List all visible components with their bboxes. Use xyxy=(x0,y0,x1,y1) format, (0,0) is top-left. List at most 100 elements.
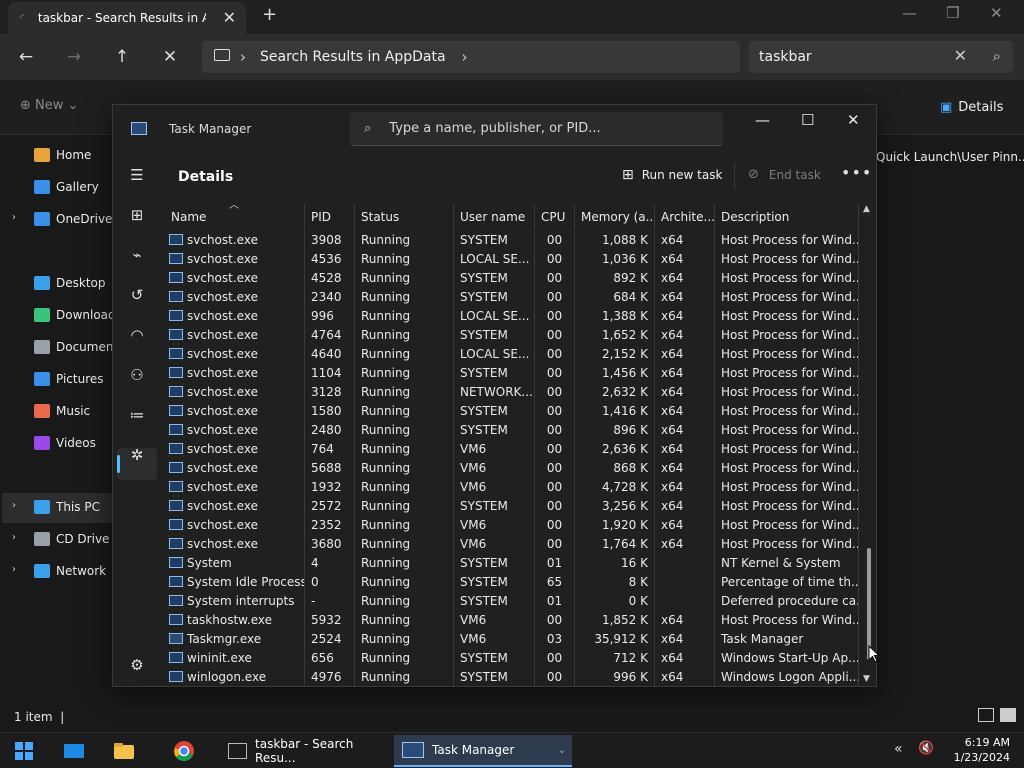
more-options-icon[interactable]: ••• xyxy=(841,163,872,182)
explorer-search-input[interactable] xyxy=(759,49,939,65)
table-row[interactable]: svchost.exe 3908 Running SYSTEM 00 1,088 Kx64… xyxy=(163,231,859,250)
back-icon[interactable]: ← xyxy=(12,43,40,71)
minimize-icon[interactable]: — xyxy=(902,4,917,22)
tab-close-icon[interactable]: ✕ xyxy=(223,8,236,27)
performance-icon[interactable]: ⌁ xyxy=(127,245,147,265)
start-icon[interactable] xyxy=(12,739,36,763)
startup-apps-icon[interactable]: ◠ xyxy=(127,325,147,345)
tm-maximize-icon[interactable]: ☐ xyxy=(801,111,814,129)
table-row[interactable]: winlogon.exe 4976 Running SYSTEM 00 996 Kx64 W… xyxy=(163,668,859,687)
table-row[interactable]: System Idle Process 0 Running SYSTEM 65 8 K Pe… xyxy=(163,573,859,592)
new-tab-icon[interactable]: + xyxy=(262,4,277,25)
new-button[interactable]: ⊕ New ⌄ xyxy=(20,98,78,113)
table-row[interactable]: taskhostw.exe 5932 Running VM6 00 1,852 Kx64 H… xyxy=(163,611,859,630)
maximize-icon[interactable]: ❐ xyxy=(946,4,959,22)
table-row[interactable]: svchost.exe 2480 Running SYSTEM 00 896 Kx64 Ho… xyxy=(163,421,859,440)
details-view-icon[interactable] xyxy=(978,708,994,722)
table-row[interactable]: svchost.exe 996 Running LOCAL SE... 00 1,388 … xyxy=(163,307,859,326)
taskbar-explorer-app[interactable]: taskbar - Search Resu... xyxy=(220,735,390,767)
task-manager-search[interactable]: ⌕ xyxy=(350,112,723,146)
sidebar-item-downloads[interactable]: Downloads xyxy=(34,308,122,322)
column-header-name[interactable]: Name xyxy=(163,204,305,230)
table-row[interactable]: svchost.exe 2352 Running VM6 00 1,920 Kx64 Hos… xyxy=(163,516,859,535)
table-row[interactable]: wininit.exe 656 Running SYSTEM 00 712 Kx64 Win… xyxy=(163,649,859,668)
chevron-right-icon[interactable]: › xyxy=(462,48,468,66)
table-row[interactable]: svchost.exe 764 Running VM6 00 2,636 Kx64 Host… xyxy=(163,440,859,459)
table-row[interactable]: System 4 Running SYSTEM 01 16 K NT Kernel & Sy… xyxy=(163,554,859,573)
table-row[interactable]: svchost.exe 3128 Running NETWORK... 00 2,632 … xyxy=(163,383,859,402)
system-clock[interactable]: 6:19 AM 1/23/2024 xyxy=(954,735,1010,765)
tiles-view-icon[interactable] xyxy=(1000,708,1016,722)
users-icon[interactable]: ⚇ xyxy=(127,365,147,385)
sidebar-item-network[interactable]: Network xyxy=(34,564,106,578)
table-row[interactable]: Taskmgr.exe 2524 Running VM6 03 35,912 Kx64 Ta… xyxy=(163,630,859,649)
column-header-status[interactable]: Status xyxy=(355,204,454,230)
cell-name: svchost.exe xyxy=(163,497,305,516)
vertical-scrollbar[interactable]: ▲ ▼ xyxy=(863,204,875,687)
column-header-memory-a[interactable]: Memory (a... xyxy=(575,204,655,230)
column-header-pid[interactable]: PID xyxy=(305,204,355,230)
services-icon[interactable]: ✲ xyxy=(127,445,147,465)
explorer-search[interactable]: ✕ ⌕ xyxy=(749,41,1013,73)
sidebar-item-onedrive[interactable]: OneDrive xyxy=(34,212,112,226)
table-row[interactable]: svchost.exe 4528 Running SYSTEM 00 892 Kx64 Ho… xyxy=(163,269,859,288)
sidebar-item-pictures[interactable]: Pictures xyxy=(34,372,104,386)
app-history-icon[interactable]: ↺ xyxy=(127,285,147,305)
sidebar-item-documents[interactable]: Documents xyxy=(34,340,124,354)
tm-close-icon[interactable]: ✕ xyxy=(847,111,860,129)
sidebar-item-videos[interactable]: Videos xyxy=(34,436,96,450)
close-icon[interactable]: ✕ xyxy=(990,4,1003,22)
column-header-archite[interactable]: Archite... xyxy=(655,204,715,230)
expand-chevron-icon[interactable]: › xyxy=(12,500,16,511)
sidebar-item-desktop[interactable]: Desktop xyxy=(34,276,106,290)
sidebar-item-this-pc[interactable]: This PC xyxy=(34,500,100,514)
scroll-up-icon[interactable]: ▲ xyxy=(863,204,870,214)
expand-chevron-icon[interactable]: › xyxy=(12,212,16,223)
table-row[interactable]: svchost.exe 5688 Running VM6 00 868 Kx64 Host … xyxy=(163,459,859,478)
table-row[interactable]: svchost.exe 4764 Running SYSTEM 00 1,652 Kx64… xyxy=(163,326,859,345)
table-row[interactable]: svchost.exe 2572 Running SYSTEM 00 3,256 Kx64… xyxy=(163,497,859,516)
table-row[interactable]: svchost.exe 4640 Running LOCAL SE... 00 2,152… xyxy=(163,345,859,364)
expand-chevron-icon[interactable]: › xyxy=(12,564,16,575)
sidebar-item-gallery[interactable]: Gallery xyxy=(34,180,99,194)
cell-description: Host Process for Wind... xyxy=(715,383,859,402)
column-header-user-name[interactable]: User name xyxy=(454,204,535,230)
chevron-down-icon[interactable]: ⌄ xyxy=(558,745,566,756)
task-manager-search-input[interactable] xyxy=(389,121,690,136)
forward-icon[interactable]: → xyxy=(60,43,88,71)
volume-muted-icon[interactable]: 🔇 xyxy=(918,741,934,756)
sidebar-item-home[interactable]: Home xyxy=(34,148,91,162)
stop-icon[interactable]: ✕ xyxy=(156,43,184,71)
details-icon[interactable]: ≔ xyxy=(127,405,147,425)
address-bar[interactable]: › Search Results in AppData › xyxy=(202,41,740,73)
tm-minimize-icon[interactable]: — xyxy=(755,111,770,129)
scroll-thumb[interactable] xyxy=(867,548,871,660)
table-row[interactable]: svchost.exe 3680 Running VM6 00 1,764 Kx64 Hos… xyxy=(163,535,859,554)
explorer-tab[interactable]: ◜ taskbar - Search Results in AppData ✕ xyxy=(8,2,246,34)
table-row[interactable]: svchost.exe 1104 Running SYSTEM 00 1,456 Kx64… xyxy=(163,364,859,383)
table-row[interactable]: svchost.exe 1580 Running SYSTEM 00 1,416 Kx64… xyxy=(163,402,859,421)
table-row[interactable]: svchost.exe 1932 Running VM6 00 4,728 Kx64 Hos… xyxy=(163,478,859,497)
sidebar-item-music[interactable]: Music xyxy=(34,404,90,418)
settings-gear-icon[interactable]: ⚙ xyxy=(127,655,147,675)
up-icon[interactable]: ↑ xyxy=(108,43,136,71)
run-new-task-button[interactable]: ⊞ Run new task xyxy=(622,167,722,183)
end-task-button[interactable]: ⊘ End task xyxy=(748,167,821,182)
search-icon[interactable]: ⌕ xyxy=(993,47,1001,65)
clear-search-icon[interactable]: ✕ xyxy=(954,46,967,65)
taskbar-taskmgr-app[interactable]: Task Manager ⌄ xyxy=(394,735,572,767)
chevron-left-icon[interactable]: « xyxy=(894,741,903,757)
chrome-icon[interactable] xyxy=(172,739,196,763)
hamburger-icon[interactable]: ☰ xyxy=(127,165,147,185)
table-row[interactable]: svchost.exe 2340 Running SYSTEM 00 684 Kx64 Ho… xyxy=(163,288,859,307)
table-row[interactable]: svchost.exe 4536 Running LOCAL SE... 00 1,036… xyxy=(163,250,859,269)
column-header-cpu[interactable]: CPU xyxy=(535,204,575,230)
expand-chevron-icon[interactable]: › xyxy=(12,532,16,543)
details-button[interactable]: ▣ Details xyxy=(940,100,1003,115)
scroll-down-icon[interactable]: ▼ xyxy=(863,674,870,684)
processes-icon[interactable]: ⊞ xyxy=(127,205,147,225)
table-row[interactable]: System interrupts - Running SYSTEM 01 0 K Defe… xyxy=(163,592,859,611)
desktop-taskbar-icon[interactable] xyxy=(62,739,86,763)
column-header-description[interactable]: Description xyxy=(715,204,859,230)
file-explorer-taskbar-icon[interactable] xyxy=(112,739,136,763)
